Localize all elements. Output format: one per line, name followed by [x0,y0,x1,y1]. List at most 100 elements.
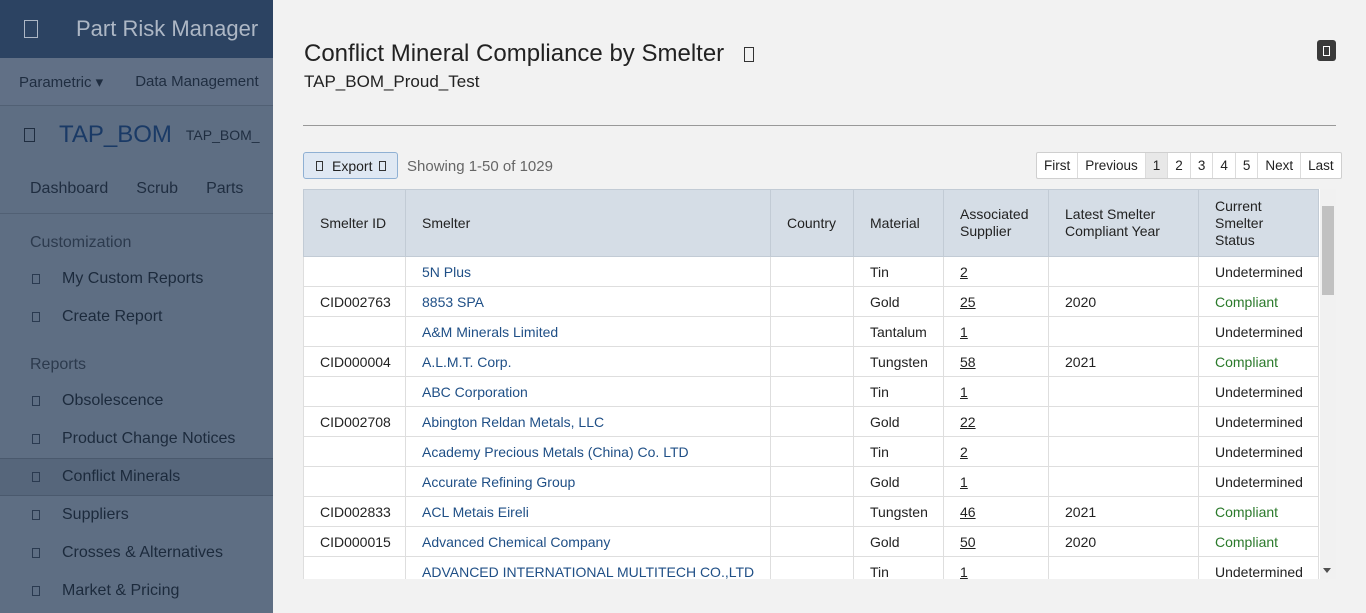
smelter-name-link[interactable]: ACL Metais Eireli [405,496,771,527]
sidebar-item-pcn[interactable]: Product Change Notices [0,420,273,458]
smelter-id-cell [303,556,406,579]
smelter-name-link[interactable]: Accurate Refining Group [405,466,771,497]
report-icon [32,312,40,322]
report-icon [32,274,40,284]
tab-dashboard[interactable]: Dashboard [30,180,108,198]
page-previous[interactable]: Previous [1077,153,1145,178]
associated-supplier-link[interactable]: 1 [943,556,1049,579]
info-icon[interactable] [744,46,755,62]
compliant-year-cell [1048,376,1199,407]
country-cell [770,556,854,579]
dialog-subtitle: TAP_BOM_Proud_Test [304,72,480,91]
associated-supplier-link[interactable]: 1 [943,466,1049,497]
associated-supplier-link[interactable]: 50 [943,526,1049,557]
country-cell [770,406,854,437]
report-icon [32,586,40,596]
menu-icon[interactable] [24,20,38,38]
page-3[interactable]: 3 [1189,153,1213,178]
dialog-title: Conflict Mineral Compliance by Smelter [304,40,755,68]
country-cell [770,316,854,347]
associated-supplier-link[interactable]: 46 [943,496,1049,527]
col-country[interactable]: Country [770,189,854,257]
table-row: CID002763 8853 SPA Gold 25 2020 Compliant [303,286,1319,317]
scrollbar-thumb[interactable] [1322,206,1334,295]
menu-data-management[interactable]: Data Management [135,73,258,90]
smelter-name-link[interactable]: A.L.M.T. Corp. [405,346,771,377]
status-cell: Undetermined [1198,466,1319,497]
sidebar-item-crosses[interactable]: Crosses & Alternatives [0,534,273,572]
menu-parametric[interactable]: Parametric ▾ [19,73,103,91]
col-current-status[interactable]: Current Smelter Status [1198,189,1319,257]
col-associated-supplier[interactable]: Associated Supplier [943,189,1049,257]
status-cell: Undetermined [1198,376,1319,407]
smelter-name-link[interactable]: Advanced Chemical Company [405,526,771,557]
sidebar-item-my-custom-reports[interactable]: My Custom Reports [0,260,273,298]
material-cell: Gold [853,466,944,497]
page-1[interactable]: 1 [1144,153,1168,178]
material-cell: Tin [853,376,944,407]
associated-supplier-link[interactable]: 2 [943,436,1049,467]
associated-supplier-link[interactable]: 1 [943,316,1049,347]
smelter-name-link[interactable]: 8853 SPA [405,286,771,317]
bom-tabs: Dashboard Scrub Parts [0,164,273,214]
smelter-name-link[interactable]: ADVANCED INTERNATIONAL MULTITECH CO.,LTD [405,556,771,579]
main-menu: Parametric ▾ Data Management [0,58,273,106]
background-app: Part Risk Manager Parametric ▾ Data Mana… [0,0,273,613]
page-4[interactable]: 4 [1212,153,1235,178]
smelter-name-link[interactable]: 5N Plus [405,256,771,287]
smelter-name-link[interactable]: Academy Precious Metals (China) Co. LTD [405,436,771,467]
associated-supplier-link[interactable]: 2 [943,256,1049,287]
tab-parts[interactable]: Parts [206,180,243,198]
page-2[interactable]: 2 [1167,153,1190,178]
page-5[interactable]: 5 [1234,153,1258,178]
page-first[interactable]: First [1037,153,1077,178]
associated-supplier-link[interactable]: 25 [943,286,1049,317]
material-cell: Tin [853,556,944,579]
col-material[interactable]: Material [853,189,944,257]
app-title[interactable]: Part Risk Manager [76,16,258,42]
export-button[interactable]: Export [303,152,398,179]
status-cell: Undetermined [1198,436,1319,467]
close-button[interactable] [1317,40,1336,61]
table-scrollbar[interactable] [1320,189,1336,579]
table-body: 5N Plus Tin 2 Undetermined CID002763 8853 SPA… [303,256,1319,579]
report-icon [32,434,40,444]
status-cell: Compliant [1198,526,1319,557]
associated-supplier-link[interactable]: 58 [943,346,1049,377]
compliant-year-cell [1048,436,1199,467]
col-smelter-id[interactable]: Smelter ID [303,189,406,257]
smelter-name-link[interactable]: Abington Reldan Metals, LLC [405,406,771,437]
section-customization: Customization [30,234,132,251]
sidebar-item-suppliers[interactable]: Suppliers [0,496,273,534]
col-smelter[interactable]: Smelter [405,189,771,257]
smelter-id-cell: CID000015 [303,526,406,557]
compliant-year-cell [1048,556,1199,579]
sidebar-item-conflict-minerals[interactable]: Conflict Minerals [0,458,273,496]
table-row: ADVANCED INTERNATIONAL MULTITECH CO.,LTD… [303,556,1319,579]
associated-supplier-link[interactable]: 22 [943,406,1049,437]
compliant-year-cell: 2020 [1048,286,1199,317]
smelter-name-link[interactable]: A&M Minerals Limited [405,316,771,347]
bom-icon [24,128,35,142]
page-last[interactable]: Last [1300,153,1341,178]
scroll-down-arrow-icon[interactable] [1323,568,1331,573]
compliant-year-cell: 2021 [1048,346,1199,377]
material-cell: Tin [853,436,944,467]
divider [303,125,1336,126]
report-icon [32,548,40,558]
col-latest-compliant-year[interactable]: Latest Smelter Compliant Year [1048,189,1199,257]
caret-down-icon [379,160,387,171]
sidebar-item-market-pricing[interactable]: Market & Pricing [0,572,273,610]
sidebar-item-create-report[interactable]: Create Report [0,298,273,336]
smelter-id-cell: CID002708 [303,406,406,437]
tab-scrub[interactable]: Scrub [136,180,178,198]
material-cell: Gold [853,406,944,437]
material-cell: Tungsten [853,346,944,377]
bom-subtitle: TAP_BOM_ [185,127,260,143]
sidebar-item-obsolescence[interactable]: Obsolescence [0,382,273,420]
associated-supplier-link[interactable]: 1 [943,376,1049,407]
smelter-name-link[interactable]: ABC Corporation [405,376,771,407]
page-next[interactable]: Next [1257,153,1300,178]
smelter-id-cell [303,466,406,497]
table-row: CID002708 Abington Reldan Metals, LLC Gold… [303,406,1319,437]
